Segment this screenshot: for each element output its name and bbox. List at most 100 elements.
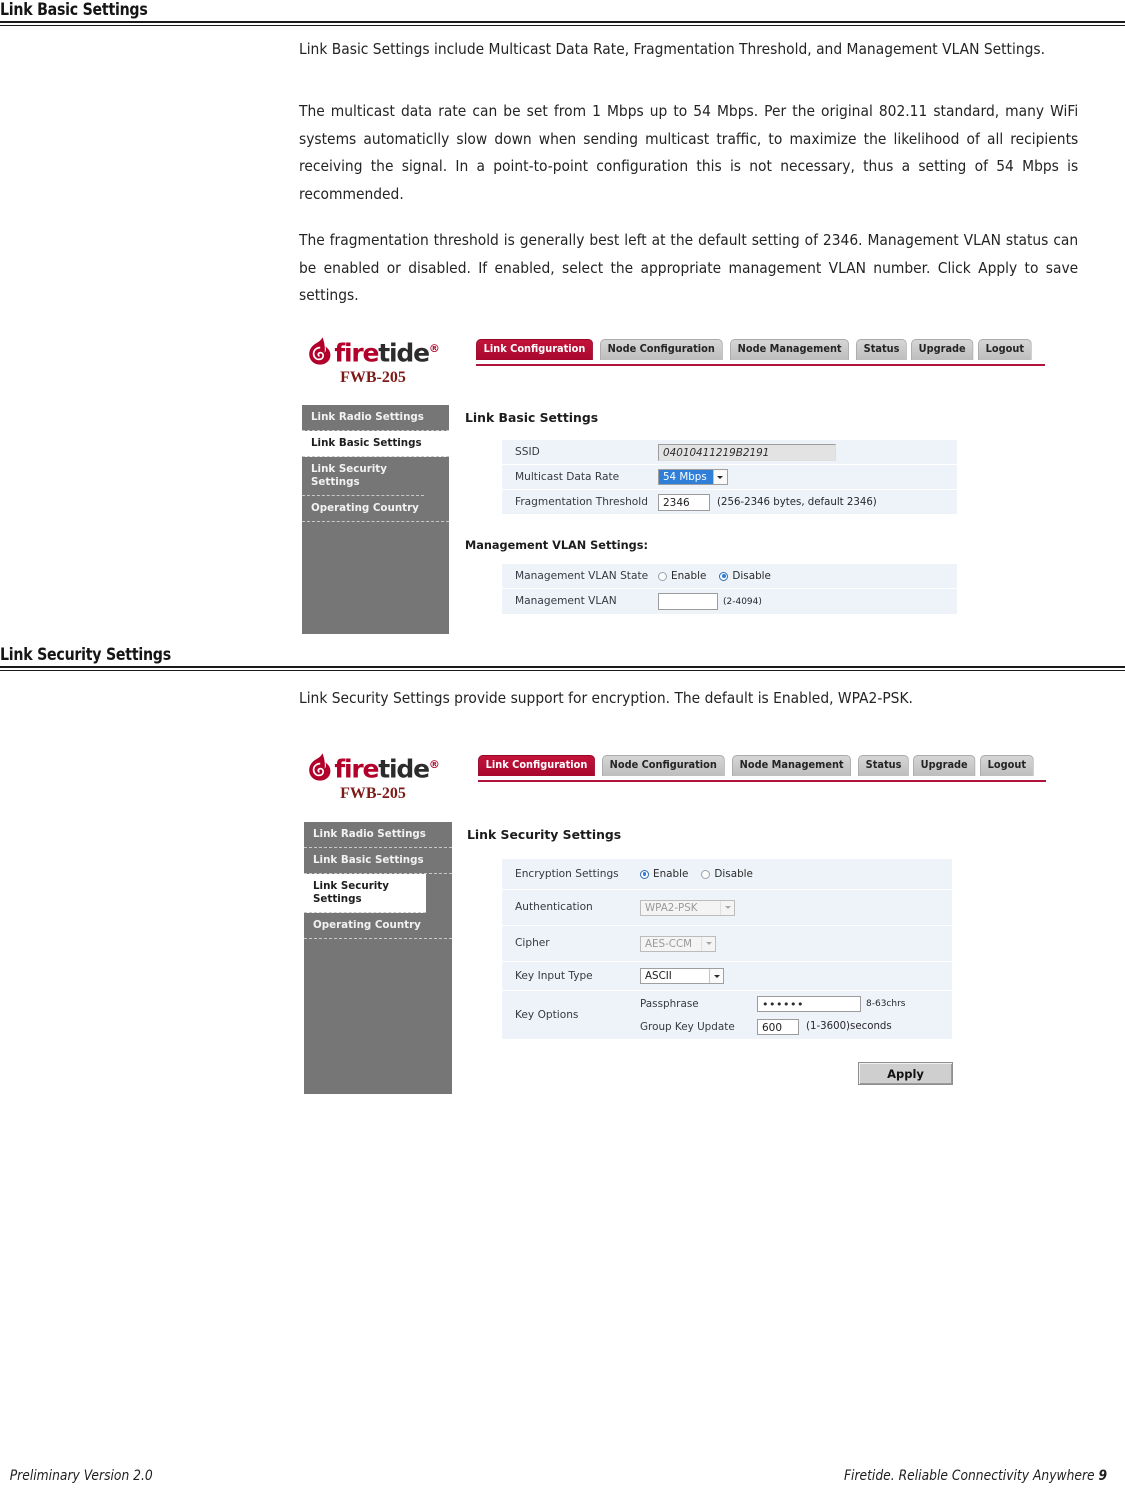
flame-spiral-icon-2 <box>309 753 331 781</box>
paragraph-security-intro: Link Security Settings provide support f… <box>299 689 913 707</box>
key-input-type-value: ASCII <box>645 970 672 982</box>
multicast-data-rate-value: 54 Mbps <box>659 470 713 484</box>
panel-title-link-security-settings: Link Security Settings <box>467 827 622 842</box>
section-heading-link-basic-settings: Link Basic Settings <box>0 0 1125 26</box>
radio-encryption-enable[interactable]: Enable <box>640 868 688 880</box>
model-label: FWB-205 <box>340 369 406 386</box>
label-cipher: Cipher <box>515 937 550 949</box>
tab-node-management[interactable]: Node Management <box>729 339 849 360</box>
main-navigation-tabs[interactable]: Link Configuration Node Configuration No… <box>476 339 1034 360</box>
fragmentation-control[interactable]: 2346 (256-2346 bytes, default 2346) <box>658 493 877 511</box>
radio-label-encryption-disable: Disable <box>714 868 753 880</box>
tab-link-configuration-2[interactable]: Link Configuration <box>478 755 596 776</box>
row-key-options: Key Options Passphrase •••••• 8-63chrs G… <box>502 991 952 1039</box>
label-group-key-update: Group Key Update <box>640 1020 735 1033</box>
main-navigation-tabs-2[interactable]: Link Configuration Node Configuration No… <box>478 755 1036 776</box>
radio-vlan-state-disable[interactable]: Disable <box>719 570 771 582</box>
tab-node-management-2[interactable]: Node Management <box>731 755 851 776</box>
brand-wordmark-2: firetide® <box>334 752 440 784</box>
tab-status-2[interactable]: Status <box>857 755 909 776</box>
radio-label-encryption-enable: Enable <box>653 868 689 880</box>
fragmentation-threshold-hint: (256-2346 bytes, default 2346) <box>717 496 877 508</box>
sidebar-menu-2[interactable]: Link Radio Settings Link Basic Settings … <box>304 822 452 1094</box>
vlan-number-control[interactable]: (2-4094) <box>658 593 762 610</box>
row-fragmentation-threshold: Fragmentation Threshold 2346 (256-2346 b… <box>502 490 957 514</box>
label-fragmentation-threshold: Fragmentation Threshold <box>515 495 648 508</box>
label-key-options: Key Options <box>515 1008 579 1021</box>
sidebar-menu[interactable]: Link Radio Settings Link Basic Settings … <box>302 405 449 634</box>
cipher-control[interactable]: AES-CCM <box>640 935 716 952</box>
radio-off-icon <box>658 571 667 581</box>
sidebar-item-link-radio-settings[interactable]: Link Radio Settings <box>302 405 449 431</box>
authentication-control[interactable]: WPA2-PSK <box>640 899 735 916</box>
paragraph-basic-multicast: The multicast data rate can be set from … <box>299 102 1079 203</box>
footer-tagline-and-page: Firetide. Reliable Connectivity Anywhere… <box>844 1468 1107 1484</box>
label-authentication: Authentication <box>515 901 593 913</box>
sidebar-item-link-radio-settings-2[interactable]: Link Radio Settings <box>304 822 452 848</box>
encryption-control[interactable]: Enable Disable <box>640 868 753 880</box>
tab-logout-2[interactable]: Logout <box>980 755 1034 776</box>
tab-upgrade-2[interactable]: Upgrade <box>913 755 976 776</box>
multicast-control[interactable]: 54 Mbps <box>658 469 728 485</box>
ssid-control[interactable]: 04010411219B2191 <box>658 443 836 461</box>
apply-button[interactable]: Apply <box>858 1062 953 1085</box>
sidebar-item-link-security-settings[interactable]: Link Security Settings <box>302 457 424 496</box>
sidebar-item-link-security-settings-2[interactable]: Link Security Settings <box>304 874 426 913</box>
sidebar-item-operating-country[interactable]: Operating Country <box>302 496 449 522</box>
label-key-input-type: Key Input Type <box>515 969 593 982</box>
sidebar-item-operating-country-2[interactable]: Operating Country <box>304 913 452 939</box>
group-key-update-input[interactable]: 600 <box>757 1018 799 1035</box>
radio-vlan-state-enable[interactable]: Enable <box>658 570 706 582</box>
label-multicast-data-rate: Multicast Data Rate <box>515 470 620 483</box>
row-ssid: SSID 04010411219B2191 <box>502 440 957 465</box>
paragraph-basic-fragmentation: The fragmentation threshold is generally… <box>299 231 1079 304</box>
row-group-key-update: Group Key Update 600 (1-3600)seconds <box>640 1015 905 1038</box>
vlan-state-control[interactable]: Enable Disable <box>658 570 771 582</box>
row-management-vlan-state: Management VLAN State Enable Disable <box>502 564 957 589</box>
sidebar-item-link-basic-settings-2[interactable]: Link Basic Settings <box>304 848 452 874</box>
brand-wordmark: firetide® <box>334 336 440 366</box>
key-input-type-select[interactable]: ASCII <box>640 968 724 984</box>
chevron-down-icon-cipher[interactable] <box>701 936 715 951</box>
row-management-vlan: Management VLAN (2-4094) <box>502 589 957 614</box>
chevron-down-icon-keytype[interactable] <box>709 969 723 983</box>
firetide-logo-2: firetide® FWB-205 <box>300 750 446 803</box>
brand-tide-text-2: tide <box>378 754 430 784</box>
tab-status[interactable]: Status <box>855 339 907 360</box>
nav-underline <box>476 364 1045 366</box>
page-number: 9 <box>1098 1468 1108 1484</box>
footer-tagline: Firetide. Reliable Connectivity Anywhere <box>843 1468 1095 1484</box>
chevron-down-icon-auth[interactable] <box>720 900 734 915</box>
tab-node-configuration-2[interactable]: Node Configuration <box>601 755 725 776</box>
cipher-select[interactable]: AES-CCM <box>640 935 716 952</box>
radio-encryption-disable[interactable]: Disable <box>701 868 753 880</box>
tab-link-configuration[interactable]: Link Configuration <box>476 339 594 360</box>
management-vlan-input[interactable] <box>658 593 718 610</box>
label-passphrase: Passphrase <box>640 997 699 1010</box>
radio-label-disable: Disable <box>732 570 771 582</box>
management-vlan-form-table: Management VLAN State Enable Disable Man… <box>502 564 957 614</box>
multicast-data-rate-select[interactable]: 54 Mbps <box>658 469 728 485</box>
registered-mark-icon: ® <box>428 341 440 355</box>
row-multicast-data-rate: Multicast Data Rate 54 Mbps <box>502 465 957 490</box>
label-ssid: SSID <box>515 445 540 458</box>
tab-logout[interactable]: Logout <box>978 339 1032 360</box>
passphrase-input[interactable]: •••••• <box>757 995 861 1012</box>
heading-rule <box>0 21 1125 26</box>
sidebar-item-link-basic-settings[interactable]: Link Basic Settings <box>302 431 449 457</box>
cipher-value: AES-CCM <box>645 937 693 950</box>
tab-node-configuration[interactable]: Node Configuration <box>599 339 723 360</box>
fragmentation-threshold-input[interactable]: 2346 <box>658 493 710 511</box>
label-management-vlan-state: Management VLAN State <box>515 569 649 582</box>
authentication-select[interactable]: WPA2-PSK <box>640 899 735 916</box>
key-options-control[interactable]: Passphrase •••••• 8-63chrs Group Key Upd… <box>640 992 905 1038</box>
management-vlan-hint: (2-4094) <box>723 596 762 607</box>
radio-on-icon-2 <box>640 869 649 879</box>
flame-spiral-icon <box>309 337 331 365</box>
tab-upgrade[interactable]: Upgrade <box>911 339 974 360</box>
ssid-input[interactable]: 04010411219B2191 <box>658 443 836 461</box>
footer-version: Preliminary Version 2.0 <box>9 1468 153 1484</box>
key-input-type-control[interactable]: ASCII <box>640 968 724 984</box>
radio-label-enable: Enable <box>671 570 707 582</box>
chevron-down-icon[interactable] <box>712 470 727 484</box>
